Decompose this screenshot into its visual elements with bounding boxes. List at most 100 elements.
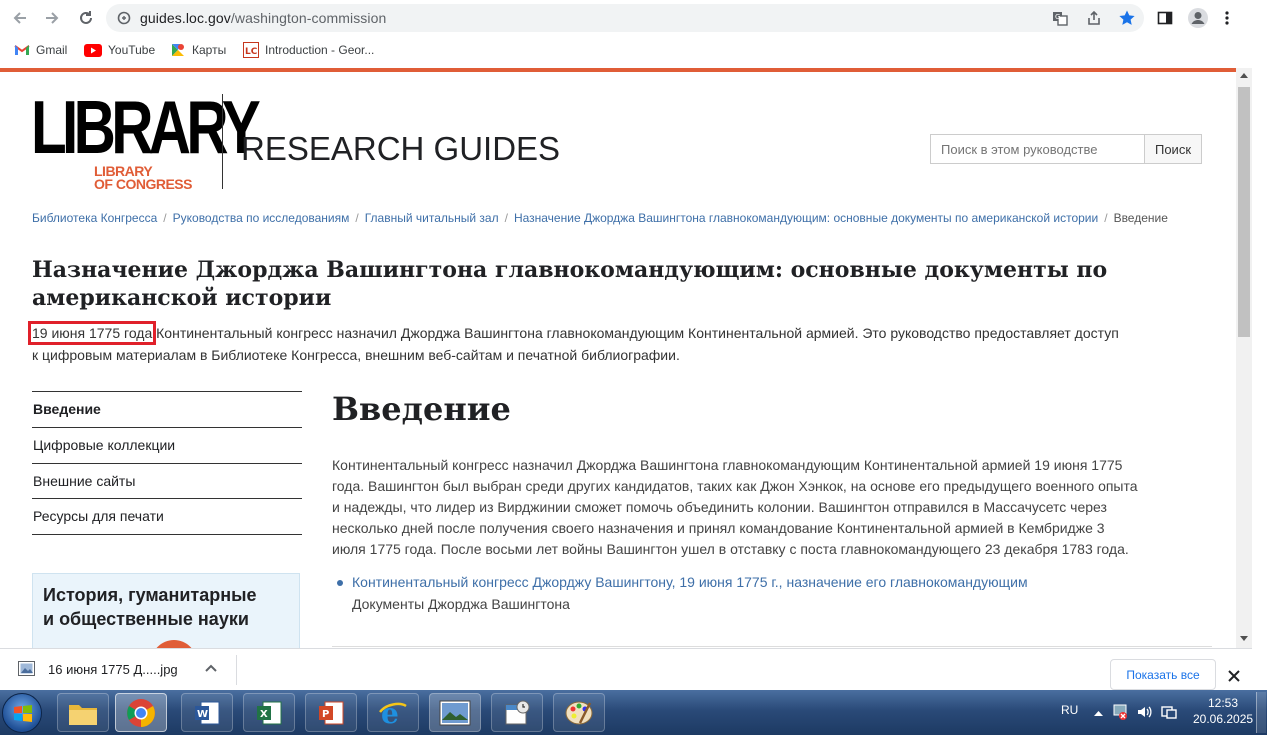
intro-date-highlight: 19 июня 1775 года	[27, 321, 157, 345]
list-bullet	[337, 580, 343, 586]
taskbar-explorer[interactable]	[57, 693, 109, 732]
bookmark-label: Карты	[192, 43, 227, 57]
chevron-up-icon[interactable]	[205, 664, 217, 672]
bookmark-label: Gmail	[36, 43, 68, 57]
paragraph-line: и надежды, что лидер из Вирджинии сможет…	[332, 499, 1107, 515]
language-indicator[interactable]: RU	[1061, 703, 1078, 717]
breadcrumb-item[interactable]: Главный читальный зал	[365, 211, 499, 225]
breadcrumb-item[interactable]: Библиотека Конгресса	[32, 211, 157, 225]
bookmark-label: YouTube	[108, 43, 156, 57]
breadcrumb-separator: /	[163, 211, 167, 225]
internet-explorer-icon: e	[379, 698, 407, 728]
youtube-icon	[84, 43, 102, 57]
svg-text:LC: LC	[245, 47, 258, 57]
sidenav-item-print[interactable]: Ресурсы для печати	[32, 498, 302, 535]
guide-search-input[interactable]	[930, 134, 1145, 164]
menu-kebab-icon[interactable]	[1219, 10, 1235, 26]
scroll-up-icon[interactable]	[1240, 72, 1248, 78]
page-title: Назначение Джорджа Вашингтона главнокома…	[32, 256, 1222, 312]
subject-box-title-line-2: и общественные науки	[43, 609, 249, 629]
bookmarks-bar: Gmail YouTube Карты LC Introduction - Ge…	[0, 36, 1267, 64]
page-title-line-1: Назначение Джорджа Вашингтона главнокома…	[32, 257, 1108, 283]
taskbar-powerpoint[interactable]: P	[305, 693, 357, 732]
taskbar-paint[interactable]	[553, 693, 605, 732]
logo-divider	[222, 94, 223, 189]
side-panel-icon[interactable]	[1157, 10, 1173, 26]
taskbar-calculator[interactable]	[491, 693, 543, 732]
bookmark-youtube[interactable]: YouTube	[84, 41, 155, 59]
url-host: guides.loc.gov	[140, 10, 231, 26]
download-divider	[236, 655, 237, 685]
guide-intro: 19 июня 1775 года Континентальный конгре…	[27, 321, 1212, 366]
show-all-downloads-button[interactable]: Показать все	[1110, 659, 1216, 690]
subject-box-title: История, гуманитарные и общественные нау…	[43, 583, 256, 631]
sidenav-item-digital[interactable]: Цифровые коллекции	[32, 427, 302, 463]
subject-box[interactable]: История, гуманитарные и общественные нау…	[32, 573, 300, 648]
volume-icon[interactable]	[1136, 704, 1152, 720]
clock-time: 12:53	[1207, 696, 1239, 710]
reload-button[interactable]	[74, 6, 98, 30]
paragraph-line: года. Вашингтон был выбран среди других …	[332, 478, 1138, 494]
paint-palette-icon	[565, 701, 593, 724]
taskbar-photo-viewer[interactable]	[429, 693, 481, 732]
network-icon[interactable]	[1112, 703, 1128, 721]
clock[interactable]: 12:53 20.06.2025	[1193, 695, 1253, 727]
photo-viewer-icon	[439, 700, 471, 725]
subject-box-title-line-1: История, гуманитарные	[43, 585, 257, 605]
resource-collection: Документы Джорджа Вашингтона	[352, 596, 570, 612]
share-icon[interactable]	[1086, 10, 1102, 26]
breadcrumb-item[interactable]: Руководства по исследованиям	[173, 211, 350, 225]
subject-badge-icon	[151, 640, 197, 648]
page-title-line-2: американской истории	[32, 285, 332, 311]
close-icon[interactable]	[1228, 670, 1240, 682]
guide-search-button[interactable]: Поиск	[1144, 134, 1202, 164]
image-file-icon	[18, 661, 35, 676]
clock-date: 20.06.2025	[1193, 712, 1254, 726]
translate-icon[interactable]: G	[1052, 10, 1068, 26]
svg-text:X: X	[260, 709, 268, 720]
site-info-icon[interactable]	[117, 11, 131, 25]
download-item[interactable]: 16 июня 1775 Д.....jpg	[0, 649, 236, 691]
tray-expand-icon[interactable]	[1094, 710, 1103, 716]
address-bar[interactable]: guides.loc.gov/washington-commission G	[106, 4, 1144, 32]
start-button[interactable]	[2, 693, 42, 733]
taskbar-ie[interactable]: e	[367, 693, 419, 732]
breadcrumb-separator: /	[355, 211, 359, 225]
scrollbar-thumb[interactable]	[1238, 87, 1250, 337]
paragraph-line: Континентальный конгресс назначил Джордж…	[332, 457, 1123, 473]
paragraph-line: июля 1775 года. После восьми лет войны В…	[332, 541, 1129, 557]
show-desktop-button[interactable]	[1256, 692, 1266, 733]
taskbar-excel[interactable]: X	[243, 693, 295, 732]
resource-link[interactable]: Континентальный конгресс Джорджу Вашингт…	[352, 574, 1028, 590]
url-path: /washington-commission	[230, 10, 387, 26]
sidenav-item-intro[interactable]: Введение	[32, 391, 302, 427]
loc-logo[interactable]: LIBRARY LIBRARY OF CONGRESS	[31, 87, 261, 211]
breadcrumb-separator: /	[504, 211, 508, 225]
profile-avatar-icon[interactable]	[1187, 7, 1209, 29]
back-button[interactable]	[8, 6, 32, 30]
intro-paragraph: Континентальный конгресс назначил Джордж…	[332, 455, 1212, 560]
bookmark-maps[interactable]: Карты	[170, 41, 226, 59]
taskbar-chrome[interactable]	[115, 693, 167, 732]
breadcrumb-item[interactable]: Назначение Джорджа Вашингтона главнокома…	[514, 211, 1098, 225]
bookmark-label: Introduction - Geor...	[265, 43, 375, 57]
bookmark-gmail[interactable]: Gmail	[14, 41, 67, 59]
scroll-down-icon[interactable]	[1240, 636, 1248, 642]
back-arrow-icon	[13, 12, 26, 24]
taskbar-word[interactable]: W	[181, 693, 233, 732]
page-content: LIBRARY LIBRARY OF CONGRESS RESEARCH GUI…	[0, 72, 1236, 648]
svg-text:G: G	[1055, 13, 1060, 21]
browser-toolbar: guides.loc.gov/washington-commission G	[0, 0, 1267, 36]
forward-arrow-icon	[46, 12, 59, 24]
action-center-icon[interactable]	[1160, 704, 1178, 720]
content-divider	[332, 646, 1212, 647]
intro-text: Континентальный конгресс назначил Джордж…	[152, 325, 1119, 341]
windows-taskbar: W X P e RU 12:53 20.06.2025	[0, 690, 1267, 735]
download-file-name: 16 июня 1775 Д.....jpg	[48, 662, 178, 677]
bookmark-introduction[interactable]: LC Introduction - Geor...	[243, 41, 374, 59]
bookmark-star-icon[interactable]	[1118, 9, 1136, 27]
loc-icon: LC	[243, 42, 259, 58]
forward-button[interactable]	[40, 6, 64, 30]
paragraph-line: несколько дней после получения своего на…	[332, 520, 1105, 536]
sidenav-item-external[interactable]: Внешние сайты	[32, 463, 302, 499]
